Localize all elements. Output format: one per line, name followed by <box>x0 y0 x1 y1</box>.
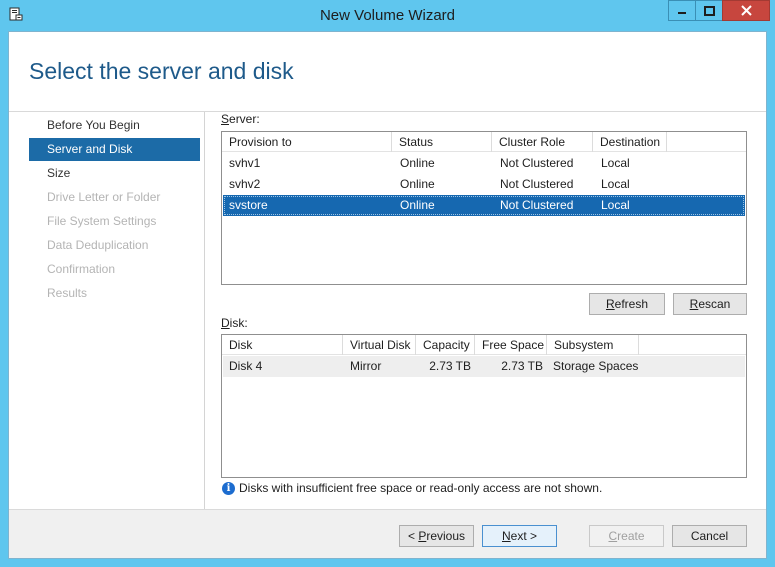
disk-table[interactable]: Disk Virtual Disk Capacity Free Space Su… <box>221 334 747 478</box>
next-button[interactable]: Next > <box>482 525 557 547</box>
cell-destination: Local <box>601 156 630 170</box>
cell-cluster-role: Not Clustered <box>500 198 574 212</box>
maximize-icon <box>703 5 715 16</box>
cell-provision-to: svhv1 <box>229 156 261 170</box>
column-header-destination[interactable]: Destination <box>593 132 667 152</box>
cell-destination: Local <box>601 198 630 212</box>
close-icon <box>740 5 752 16</box>
maximize-button[interactable] <box>695 0 723 21</box>
cell-cluster-role: Not Clustered <box>500 156 574 170</box>
column-header-subsystem[interactable]: Subsystem <box>547 335 639 355</box>
table-row-selected[interactable]: svstore Online Not Clustered Local <box>223 195 745 216</box>
column-header-status[interactable]: Status <box>392 132 492 152</box>
server-label: Server: <box>221 112 260 126</box>
column-header-free-space[interactable]: Free Space <box>475 335 547 355</box>
previous-button[interactable]: < Previous <box>399 525 474 547</box>
cell-status: Online <box>400 156 435 170</box>
wizard-client-area: Select the server and disk Before You Be… <box>8 31 767 559</box>
page-title: Select the server and disk <box>29 58 294 84</box>
title-bar[interactable]: New Volume Wizard <box>0 0 775 31</box>
window-title: New Volume Wizard <box>319 7 456 24</box>
nav-step-results: Results <box>47 286 88 300</box>
minimize-icon <box>678 11 686 14</box>
cell-virtual-disk: Mirror <box>350 359 382 373</box>
nav-step-before-you-begin[interactable]: Before You Begin <box>29 114 200 137</box>
wizard-footer: < Previous Next > Create Cancel <box>9 509 766 558</box>
refresh-button[interactable]: Refresh <box>589 293 665 315</box>
server-table[interactable]: Provision to Status Cluster Role Destina… <box>221 131 747 285</box>
column-header-disk[interactable]: Disk <box>222 335 343 355</box>
disk-table-header: Disk Virtual Disk Capacity Free Space Su… <box>222 335 746 355</box>
cell-destination: Local <box>601 177 630 191</box>
nav-step-server-and-disk[interactable]: Server and Disk <box>29 138 200 161</box>
nav-step-file-system-settings: File System Settings <box>47 214 157 228</box>
cell-provision-to: svstore <box>229 198 268 212</box>
wizard-window: New Volume Wizard Select the server and … <box>0 0 775 567</box>
server-table-header: Provision to Status Cluster Role Destina… <box>222 132 746 152</box>
cell-disk: Disk 4 <box>229 359 263 373</box>
nav-divider <box>204 112 205 509</box>
cell-provision-to: svhv2 <box>229 177 261 191</box>
cancel-button[interactable]: Cancel <box>672 525 747 547</box>
table-row[interactable]: svhv2 Online Not Clustered Local <box>223 174 745 195</box>
nav-step-size[interactable]: Size <box>29 162 200 185</box>
nav-step-confirmation: Confirmation <box>47 262 116 276</box>
close-button[interactable] <box>722 0 770 21</box>
column-header-capacity[interactable]: Capacity <box>416 335 475 355</box>
cell-free-space: 2.73 TB <box>501 359 543 373</box>
wizard-header: Select the server and disk <box>9 32 766 112</box>
column-header-virtual-disk[interactable]: Virtual Disk <box>343 335 416 355</box>
info-text: Disks with insufficient free space or re… <box>239 481 603 495</box>
table-row[interactable]: Disk 4 Mirror 2.73 TB 2.73 TB Storage Sp… <box>223 356 745 377</box>
info-icon: i <box>222 481 235 495</box>
table-row[interactable]: svhv1 Online Not Clustered Local <box>223 153 745 174</box>
column-header-cluster-role[interactable]: Cluster Role <box>492 132 593 152</box>
column-header-provision-to[interactable]: Provision to <box>222 132 392 152</box>
nav-step-drive-letter: Drive Letter or Folder <box>47 190 161 204</box>
cell-capacity: 2.73 TB <box>429 359 471 373</box>
cell-cluster-role: Not Clustered <box>500 177 574 191</box>
cell-status: Online <box>400 198 435 212</box>
nav-step-data-deduplication: Data Deduplication <box>47 238 149 252</box>
info-message: i Disks with insufficient free space or … <box>222 481 602 495</box>
create-button: Create <box>589 525 664 547</box>
wizard-body: Before You Begin Server and Disk Size Dr… <box>9 112 766 509</box>
cell-subsystem: Storage Spaces <box>553 359 639 373</box>
cell-status: Online <box>400 177 435 191</box>
disk-label: Disk: <box>221 316 248 330</box>
minimize-button[interactable] <box>668 0 696 21</box>
rescan-button[interactable]: Rescan <box>673 293 747 315</box>
